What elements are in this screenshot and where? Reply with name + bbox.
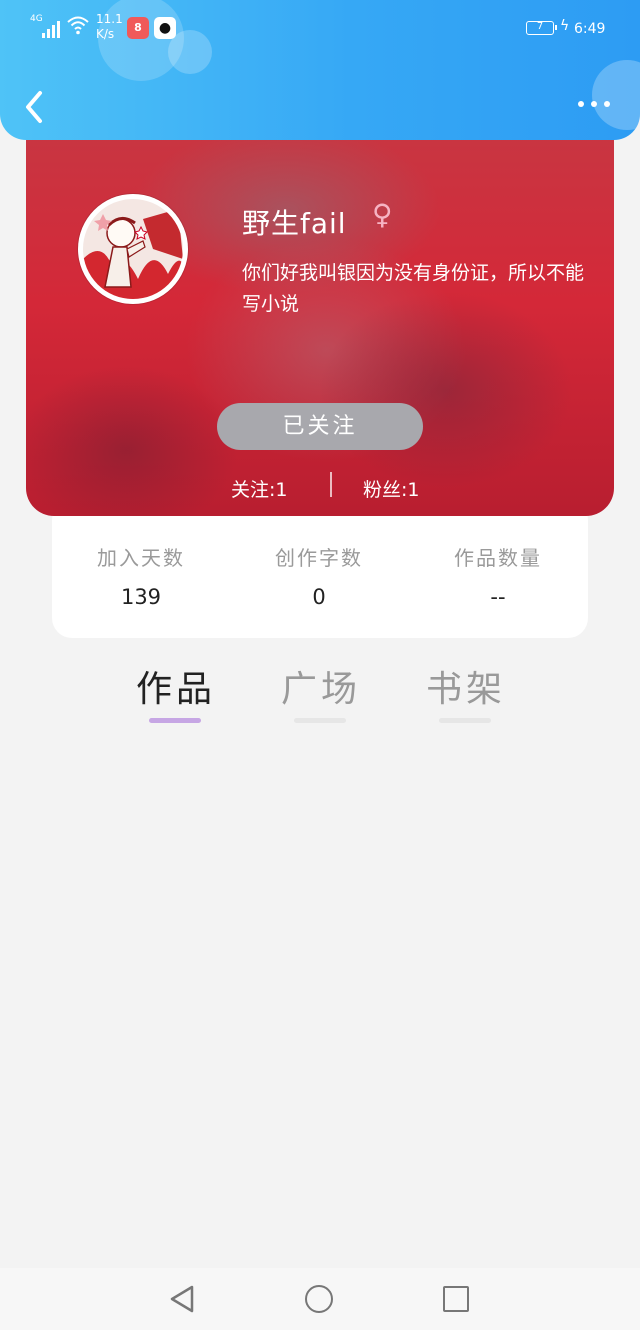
tab-square[interactable]: 广场 bbox=[266, 660, 376, 723]
nav-home-button[interactable] bbox=[305, 1285, 333, 1313]
more-options-button[interactable] bbox=[574, 95, 614, 115]
tab-bookshelf[interactable]: 书架 bbox=[411, 660, 521, 723]
tab-indicator bbox=[439, 718, 491, 723]
profile-nickname: 野生fail bbox=[242, 207, 347, 240]
stat-works-count: 作品数量 -- bbox=[418, 542, 578, 609]
paw-app-icon: ● bbox=[154, 17, 176, 39]
following-button[interactable]: 已关注 bbox=[217, 403, 423, 450]
avatar-image bbox=[83, 199, 183, 299]
profile-bio: 你们好我叫银因为没有身份证，所以不能写小说 bbox=[242, 262, 585, 315]
clock: 6:49 bbox=[574, 21, 606, 37]
follow-divider bbox=[330, 472, 332, 497]
stats-panel: 加入天数 139 创作字数 0 作品数量 -- bbox=[52, 500, 588, 638]
network-speed: 11.1 K/s bbox=[96, 12, 123, 41]
signal-icon: 4G bbox=[30, 14, 64, 38]
battery-icon: 7 bbox=[526, 21, 557, 35]
stat-value: 139 bbox=[120, 585, 162, 609]
tab-works[interactable]: 作品 bbox=[121, 660, 231, 723]
stat-label: 作品数量 bbox=[454, 546, 542, 570]
top-header: 4G 11.1 K/s 8 ● 7 ϟ 6:49 bbox=[0, 0, 640, 140]
stat-label: 创作字数 bbox=[275, 546, 363, 570]
nav-recents-button[interactable] bbox=[443, 1286, 469, 1312]
stat-days-joined: 加入天数 139 bbox=[61, 542, 221, 609]
back-button[interactable] bbox=[20, 88, 50, 126]
nav-back-button[interactable] bbox=[168, 1284, 198, 1314]
following-count[interactable]: 关注:1 bbox=[231, 475, 288, 502]
stat-value: 0 bbox=[312, 585, 326, 609]
followers-count[interactable]: 粉丝:1 bbox=[363, 475, 420, 502]
tab-label: 广场 bbox=[280, 669, 361, 710]
tab-label: 作品 bbox=[135, 669, 216, 710]
app-notification-icon: 8 bbox=[127, 17, 149, 39]
tab-indicator bbox=[294, 718, 346, 723]
status-bar: 4G 11.1 K/s 8 ● 7 ϟ 6:49 bbox=[0, 0, 640, 60]
system-navigation-bar bbox=[0, 1268, 640, 1330]
charging-icon: ϟ bbox=[560, 18, 570, 34]
tab-label: 书架 bbox=[425, 669, 506, 710]
female-gender-icon: ♀ bbox=[372, 198, 393, 231]
tab-active-indicator bbox=[149, 718, 201, 723]
stat-word-count: 创作字数 0 bbox=[239, 542, 399, 609]
wifi-icon bbox=[67, 16, 89, 35]
stat-value: -- bbox=[490, 585, 506, 609]
stat-label: 加入天数 bbox=[97, 546, 185, 570]
avatar[interactable] bbox=[78, 194, 188, 304]
profile-card: 野生fail ♀ 你们好我叫银因为没有身份证，所以不能写小说 已关注 关注:1 … bbox=[26, 130, 614, 516]
